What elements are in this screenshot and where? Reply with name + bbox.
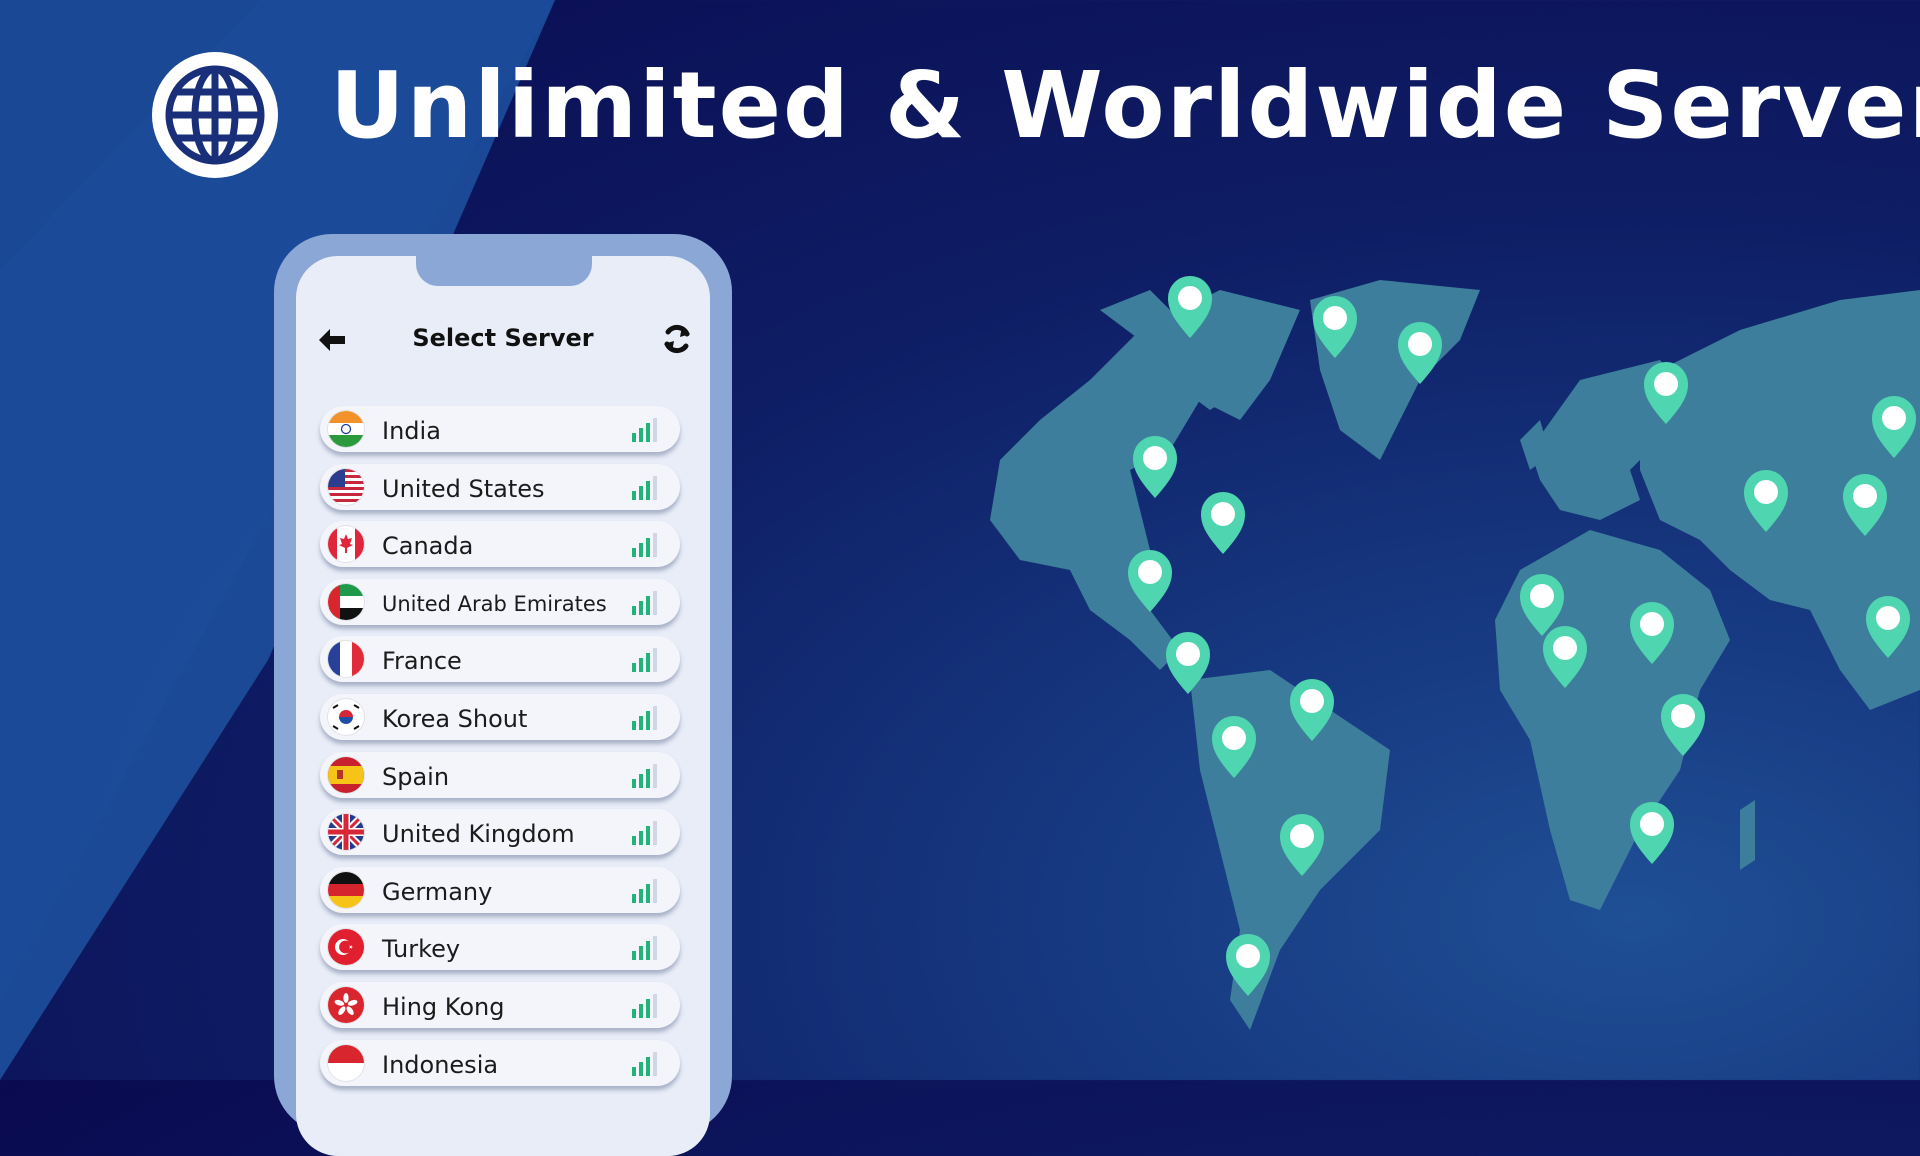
signal-strength-icon [632, 878, 657, 903]
server-row-united-states[interactable]: United States [320, 463, 680, 510]
signal-strength-icon [632, 533, 657, 558]
server-name: Spain [382, 762, 450, 791]
signal-strength-icon [632, 821, 657, 846]
server-row-united-kingdom[interactable]: United Kingdom [320, 809, 680, 856]
server-name: Canada [382, 532, 474, 561]
signal-strength-icon [632, 475, 657, 500]
germany-flag-icon [328, 871, 364, 908]
signal-strength-icon [632, 993, 657, 1018]
france-flag-icon [328, 641, 364, 678]
uae-flag-icon [328, 583, 364, 620]
server-row-korea[interactable]: Korea Shout [320, 693, 680, 740]
server-name: United Arab Emirates [382, 591, 607, 616]
server-name: Indonesia [382, 1050, 499, 1079]
server-row-uae[interactable]: United Arab Emirates [320, 578, 680, 625]
signal-strength-icon [632, 418, 657, 442]
server-name: Korea Shout [382, 704, 528, 733]
server-name: Hing Kong [382, 992, 505, 1021]
server-row-canada[interactable]: Canada [320, 521, 680, 568]
server-row-india[interactable]: India [320, 406, 680, 452]
server-name: United States [382, 474, 545, 503]
server-row-spain[interactable]: Spain [320, 751, 680, 798]
india-flag-icon [328, 411, 364, 447]
hongkong-flag-icon [328, 986, 364, 1023]
world-map [990, 276, 1920, 1030]
signal-strength-icon [632, 763, 657, 788]
spain-flag-icon [328, 756, 364, 793]
server-row-hong-kong[interactable]: Hing Kong [320, 981, 680, 1028]
uk-flag-icon [328, 814, 364, 851]
server-row-germany[interactable]: Germany [320, 866, 680, 913]
server-row-indonesia[interactable]: Indonesia [320, 1039, 680, 1086]
server-name: Germany [382, 877, 493, 906]
turkey-flag-icon [328, 929, 364, 966]
signal-strength-icon [632, 936, 657, 961]
indonesia-flag-icon [328, 1044, 364, 1081]
server-name: France [382, 647, 462, 676]
globe-icon [152, 52, 278, 178]
signal-strength-icon [632, 1051, 657, 1076]
canada-flag-icon [328, 526, 364, 563]
app-header: Select Server [296, 320, 710, 360]
server-row-france[interactable]: France [320, 636, 680, 683]
server-list: India United States Canada United Arab E… [320, 406, 680, 1097]
korea-flag-icon [328, 698, 364, 735]
page-headline: Unlimited & Worldwide Servers [330, 52, 1920, 159]
screen-title: Select Server [412, 324, 594, 352]
signal-strength-icon [632, 705, 657, 730]
signal-strength-icon [632, 648, 657, 673]
server-name: United Kingdom [382, 820, 575, 849]
server-name: India [382, 417, 441, 445]
server-name: Turkey [382, 935, 461, 964]
server-row-turkey[interactable]: Turkey [320, 924, 680, 971]
us-flag-icon [328, 468, 364, 505]
refresh-icon[interactable] [660, 322, 694, 356]
signal-strength-icon [632, 590, 657, 615]
phone-screen: Select Server India United States Canada… [296, 256, 710, 1156]
phone-notch [416, 256, 592, 286]
phone-mockup: Select Server India United States Canada… [274, 234, 732, 1156]
